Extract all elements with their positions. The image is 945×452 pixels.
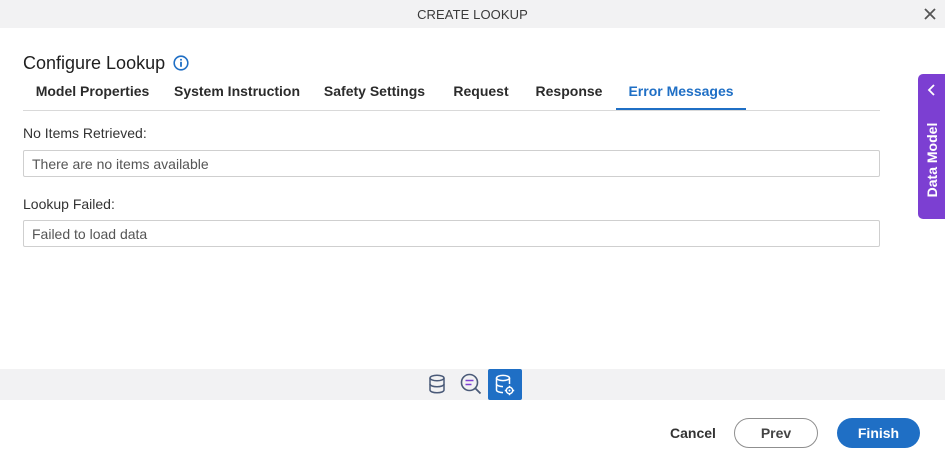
lookup-failed-label: Lookup Failed:	[23, 196, 115, 212]
tab-model-properties[interactable]: Model Properties	[23, 75, 162, 110]
database-icon[interactable]	[422, 369, 452, 399]
close-icon[interactable]	[921, 5, 939, 23]
chevron-left-icon	[927, 84, 935, 96]
no-items-input[interactable]	[23, 150, 880, 177]
tab-response[interactable]: Response	[532, 75, 606, 110]
tab-safety-settings[interactable]: Safety Settings	[320, 75, 429, 110]
no-items-label: No Items Retrieved:	[23, 125, 147, 141]
tab-system-instruction[interactable]: System Instruction	[169, 75, 305, 110]
tab-error-messages[interactable]: Error Messages	[616, 75, 746, 110]
lookup-failed-input[interactable]	[23, 220, 880, 247]
database-settings-icon[interactable]	[488, 369, 522, 400]
data-model-label: Data Model	[923, 122, 940, 198]
prev-button[interactable]: Prev	[734, 418, 818, 448]
page-heading: Configure Lookup	[23, 51, 189, 75]
data-model-panel-toggle[interactable]: Data Model	[918, 74, 945, 219]
dialog-title: CREATE LOOKUP	[417, 7, 528, 22]
info-icon[interactable]	[173, 55, 189, 71]
search-lines-icon[interactable]	[456, 369, 486, 399]
finish-button[interactable]: Finish	[837, 418, 920, 448]
page-title: Configure Lookup	[23, 52, 166, 73]
tab-bar: Model Properties System Instruction Safe…	[23, 75, 880, 111]
step-icon-bar	[0, 369, 945, 400]
dialog-title-bar: CREATE LOOKUP	[0, 0, 945, 28]
cancel-button[interactable]: Cancel	[665, 418, 721, 448]
tab-request[interactable]: Request	[447, 75, 515, 110]
